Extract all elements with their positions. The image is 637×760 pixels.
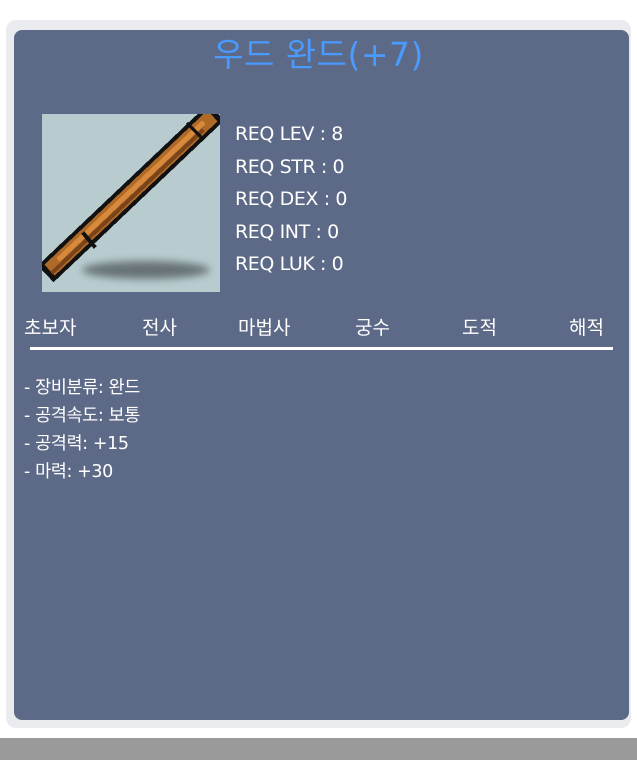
req-int: REQ INT : 0 [235,220,339,243]
req-level: REQ LEV : 8 [235,123,343,145]
stat-attack-speed: - 공격속도: 보통 [24,406,140,426]
job-warrior: 전사 [142,317,177,339]
item-name: 우드 완드(+7) [213,35,424,74]
job-magician: 마법사 [238,317,291,339]
requirements-list: REQ LEV : 8 REQ STR : 0 REQ DEX : 0 REQ … [235,118,347,281]
job-list: 초보자 전사 마법사 궁수 도적 해적 [0,313,637,343]
divider [30,347,613,350]
job-thief: 도적 [462,317,497,339]
wood-wand-icon [42,114,220,292]
job-pirate: 해적 [569,317,604,339]
bottom-bar [0,738,637,760]
job-beginner: 초보자 [24,317,77,339]
item-stats: - 장비분류: 완드 - 공격속도: 보통 - 공격력: +15 - 마력: +… [24,374,140,486]
req-dex: REQ DEX : 0 [235,188,348,211]
req-str: REQ STR : 0 [235,155,345,178]
job-bowman: 궁수 [355,317,390,339]
req-luk: REQ LUK : 0 [235,253,344,276]
stat-category: - 장비분류: 완드 [24,378,140,398]
stat-magic: - 마력: +30 [24,462,113,482]
stat-attack: - 공격력: +15 [24,434,129,454]
